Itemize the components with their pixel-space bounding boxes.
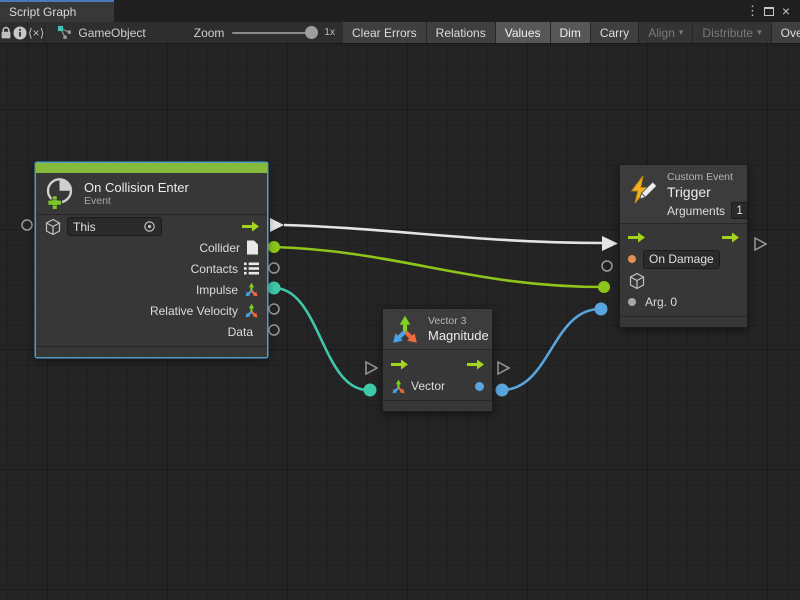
zoom-value: 1x <box>324 27 335 38</box>
graph-target-button[interactable]: GameObject <box>45 22 157 43</box>
port-target-in[interactable] <box>598 281 610 293</box>
document-icon <box>246 240 259 255</box>
node-footer <box>36 346 267 357</box>
port-self-in-empty[interactable] <box>22 220 32 230</box>
close-icon[interactable]: × <box>780 6 792 16</box>
string-port-dot[interactable] <box>628 255 636 263</box>
distribute-button[interactable]: Distribute▾ <box>693 22 771 43</box>
vector3-icon <box>391 379 406 394</box>
graph-icon <box>57 25 72 40</box>
node-title: On Collision Enter <box>84 180 189 195</box>
port-control-out-empty[interactable] <box>498 362 509 374</box>
cube-icon <box>628 272 646 290</box>
node-subtitle: Event <box>84 195 189 207</box>
info-button[interactable] <box>13 22 28 43</box>
node-title: Trigger <box>667 184 748 201</box>
node-footer <box>383 400 492 411</box>
zoom-slider-handle[interactable] <box>305 26 318 39</box>
port-contacts-out-empty[interactable] <box>269 263 279 273</box>
info-icon <box>13 26 27 40</box>
node-trigger-custom-event[interactable]: Custom Event Trigger Arguments 1 <box>619 164 748 328</box>
port-row-impulse[interactable]: Impulse <box>36 279 267 300</box>
wire-magnitude[interactable] <box>502 309 600 390</box>
control-arrow-icon[interactable] <box>467 359 484 370</box>
tab-bar: Script Graph ⋮ × <box>0 0 800 22</box>
port-result-out[interactable] <box>496 384 509 397</box>
zoom-control: Zoom 1x <box>186 22 343 43</box>
graph-canvas[interactable]: On Collision Enter Event This <box>0 44 800 600</box>
port-row-relative-velocity[interactable]: Relative Velocity <box>36 300 267 321</box>
node-category: Custom Event <box>667 171 748 184</box>
gameobject-label: GameObject <box>78 26 145 40</box>
collision-event-icon <box>43 177 76 210</box>
self-target-field[interactable]: This <box>67 217 162 236</box>
port-impulse-out[interactable] <box>268 282 281 295</box>
port-control-in-empty[interactable] <box>366 362 377 374</box>
port-row-data[interactable]: Data <box>36 321 267 342</box>
lock-icon <box>0 26 12 40</box>
arguments-label: Arguments <box>667 204 725 218</box>
node-vector3-magnitude[interactable]: Vector 3 Magnitude <box>382 308 493 412</box>
cube-icon <box>44 218 62 236</box>
wire-control[interactable] <box>284 225 603 243</box>
object-port-dot[interactable] <box>628 298 636 306</box>
node-footer <box>620 316 747 327</box>
tab-title: Script Graph <box>9 5 76 19</box>
overview-button[interactable]: Overview <box>772 22 800 43</box>
port-row-collider[interactable]: Collider <box>36 237 267 258</box>
window-menu-icon[interactable]: ⋮ <box>746 3 758 19</box>
vector3-icon <box>244 303 259 318</box>
node-category: Vector 3 <box>428 315 489 328</box>
code-view-button[interactable]: ⟨×⟩ <box>28 22 45 43</box>
port-name-in-empty[interactable] <box>602 261 612 271</box>
list-icon <box>244 262 259 275</box>
values-button[interactable]: Values <box>496 22 551 43</box>
control-arrow-icon[interactable] <box>722 232 739 243</box>
port-control-out-empty[interactable] <box>755 238 766 250</box>
port-control-out-connected[interactable] <box>270 218 284 232</box>
float-port-dot[interactable] <box>475 382 484 391</box>
port-data-out-empty[interactable] <box>269 325 279 335</box>
tab-script-graph[interactable]: Script Graph <box>0 0 114 22</box>
chevron-down-icon: ▾ <box>679 27 684 38</box>
arguments-count-field[interactable]: 1 <box>731 202 748 219</box>
control-arrow-icon[interactable] <box>391 359 408 370</box>
port-collider-out[interactable] <box>268 241 280 253</box>
zoom-label: Zoom <box>194 26 225 40</box>
wire-arrowhead[interactable] <box>602 236 618 251</box>
custom-event-icon <box>627 174 659 206</box>
vector3-icon <box>244 282 259 297</box>
zoom-slider[interactable] <box>232 32 316 34</box>
port-row-contacts[interactable]: Contacts <box>36 258 267 279</box>
wire-collider[interactable] <box>274 247 604 287</box>
port-row-target[interactable] <box>620 270 747 292</box>
object-picker-icon[interactable] <box>143 220 156 233</box>
event-accent-bar <box>36 163 267 173</box>
port-arg0-in[interactable] <box>595 303 608 316</box>
vector3-icon <box>390 314 420 344</box>
control-arrow-icon[interactable] <box>628 232 645 243</box>
dim-button[interactable]: Dim <box>551 22 591 43</box>
node-title: Magnitude <box>428 328 489 343</box>
node-on-collision-enter[interactable]: On Collision Enter Event This <box>35 162 268 358</box>
clear-errors-button[interactable]: Clear Errors <box>343 22 427 43</box>
script-graph-window: Script Graph ⋮ × ⟨×⟩ GameObject <box>0 0 800 600</box>
lock-button[interactable] <box>0 22 13 43</box>
port-row-arg0[interactable]: Arg. 0 <box>620 292 747 314</box>
carry-button[interactable]: Carry <box>591 22 639 43</box>
relations-button[interactable]: Relations <box>427 22 496 43</box>
port-row-vector[interactable]: Vector <box>383 375 492 397</box>
wire-impulse[interactable] <box>274 288 368 390</box>
port-row-event-name[interactable]: On Damage <box>620 249 747 271</box>
port-vector-in[interactable] <box>364 384 377 397</box>
graph-toolbar: ⟨×⟩ GameObject Zoom 1x Clear Errors Rela… <box>0 22 800 44</box>
align-button[interactable]: Align▾ <box>639 22 693 43</box>
event-name-field[interactable]: On Damage <box>643 250 720 269</box>
code-icon: ⟨×⟩ <box>28 26 44 40</box>
maximize-icon[interactable] <box>764 7 774 16</box>
port-relative-velocity-out-empty[interactable] <box>269 304 279 314</box>
control-arrow-icon[interactable] <box>242 221 259 232</box>
chevron-down-icon: ▾ <box>757 27 762 38</box>
